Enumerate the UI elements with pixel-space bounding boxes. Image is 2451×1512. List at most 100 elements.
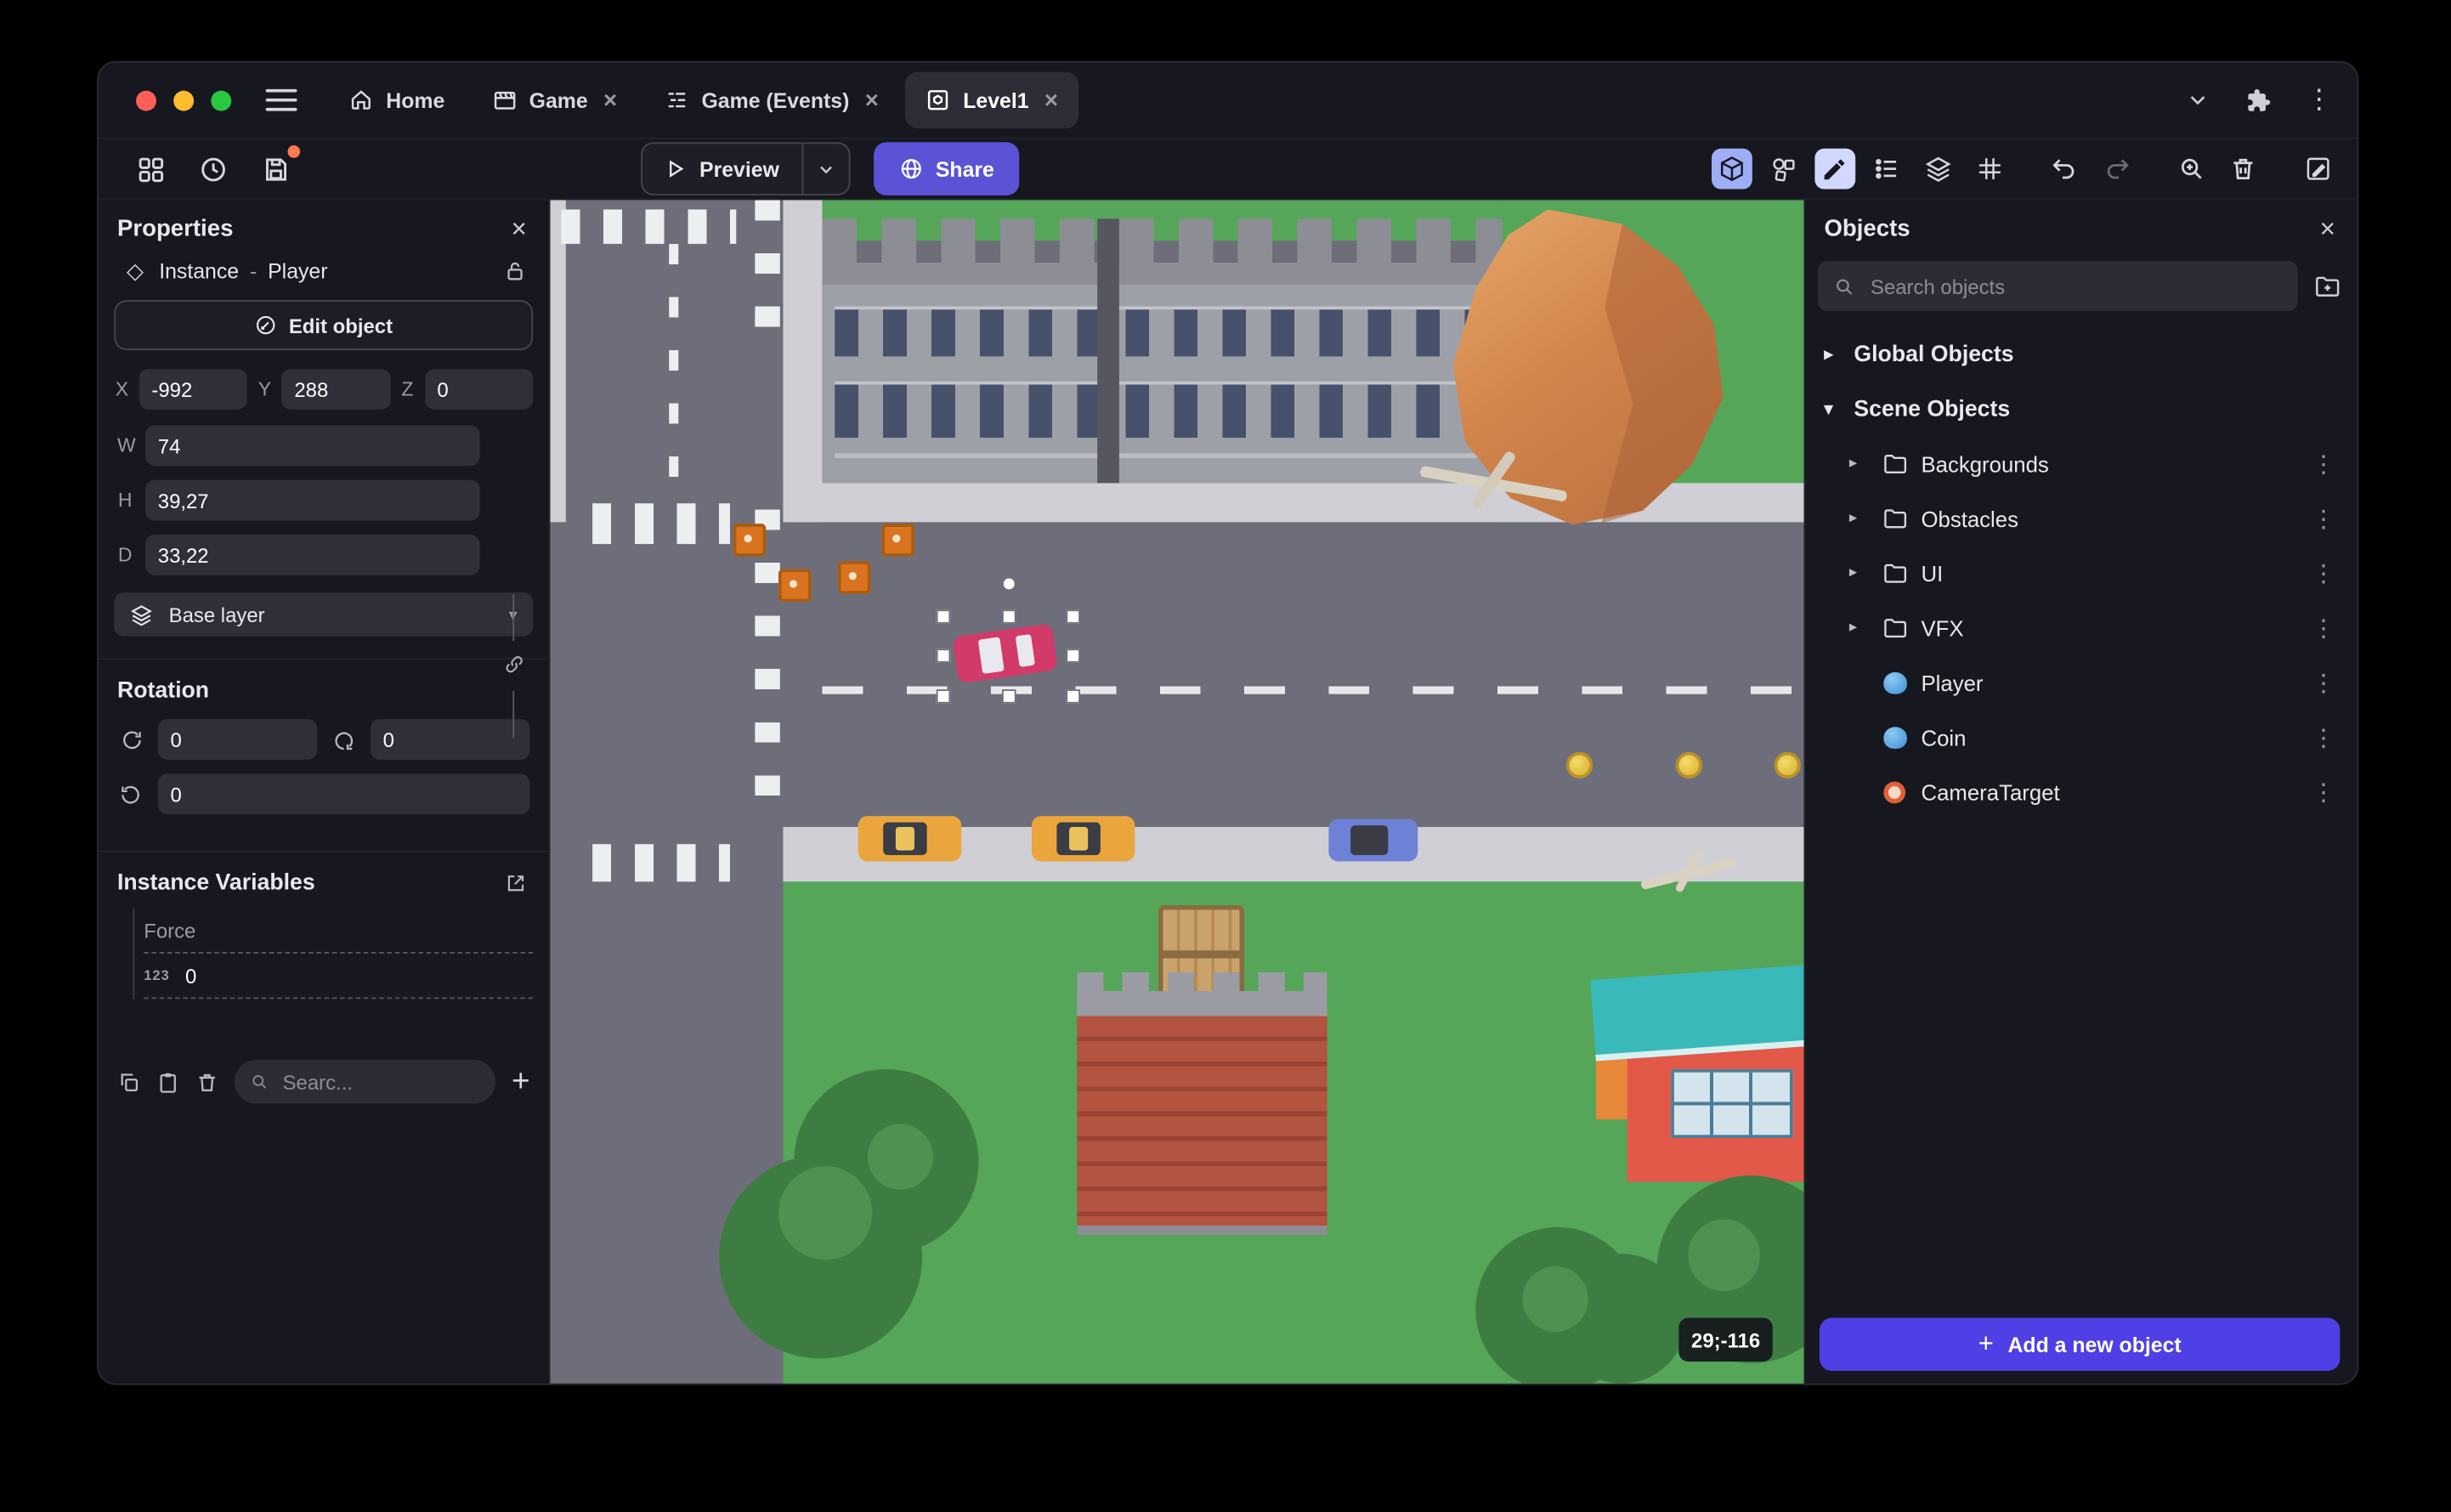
z-input[interactable]: 0 xyxy=(424,369,534,410)
variable-value[interactable]: 0 xyxy=(185,964,196,988)
rotation-z-input[interactable]: 0 xyxy=(157,773,530,815)
delete-trash-icon[interactable] xyxy=(2222,149,2263,190)
add-variable-button[interactable]: + xyxy=(512,1066,529,1097)
blue-car-instance[interactable] xyxy=(1328,818,1418,862)
tree[interactable] xyxy=(719,1069,985,1384)
close-window-button[interactable] xyxy=(136,89,156,110)
chain-link-icon[interactable] xyxy=(503,654,525,676)
selection-handle[interactable] xyxy=(936,609,951,624)
maximize-window-button[interactable] xyxy=(211,89,232,110)
selection-handle[interactable] xyxy=(936,689,951,704)
object-row-vfx[interactable]: ▸ VFX ⋮ xyxy=(1805,600,2357,654)
extensions-puzzle-icon[interactable] xyxy=(2244,87,2271,113)
dashboard-grid-icon[interactable] xyxy=(130,149,171,190)
chevron-right-icon[interactable]: ▸ xyxy=(1849,619,1868,636)
redo-icon[interactable] xyxy=(2096,149,2137,190)
chevron-right-icon[interactable]: ▸ xyxy=(1849,455,1868,472)
minimize-window-button[interactable] xyxy=(173,89,195,110)
castle-building[interactable] xyxy=(1077,972,1327,1244)
player-car-instance[interactable] xyxy=(952,623,1058,684)
d-input[interactable]: 33,22 xyxy=(145,535,480,575)
kebab-menu-icon[interactable]: ⋮ xyxy=(2312,614,2335,642)
menu-hamburger-icon[interactable] xyxy=(265,88,297,111)
scene-objects-group[interactable]: ▾ Scene Objects xyxy=(1805,382,2357,436)
kebab-menu-icon[interactable]: ⋮ xyxy=(2312,559,2335,586)
object-row-ui[interactable]: ▸ UI ⋮ xyxy=(1805,546,2357,600)
close-icon[interactable]: × xyxy=(2320,216,2335,242)
selection-handle[interactable] xyxy=(1066,648,1080,663)
objects-shapes-icon[interactable] xyxy=(1763,149,1804,190)
new-folder-icon[interactable] xyxy=(2313,272,2341,300)
zoom-in-icon[interactable] xyxy=(2171,149,2212,190)
add-new-object-button[interactable]: + Add a new object xyxy=(1819,1317,2341,1372)
crate-instance[interactable] xyxy=(881,524,914,557)
x-input[interactable]: -992 xyxy=(139,369,248,410)
coin-instance[interactable] xyxy=(1774,751,1801,779)
rotation-x-input[interactable]: 0 xyxy=(157,719,318,760)
selection-handle[interactable] xyxy=(1066,689,1080,704)
kebab-menu-icon[interactable]: ⋮ xyxy=(2312,450,2335,478)
y-input[interactable]: 288 xyxy=(281,369,391,410)
undo-icon[interactable] xyxy=(2045,149,2086,190)
selection-handle[interactable] xyxy=(1001,609,1016,624)
edit-pencil-icon[interactable] xyxy=(1814,148,1856,190)
tab-close-icon[interactable]: × xyxy=(865,88,879,112)
objects-search-input[interactable] xyxy=(1867,272,2283,300)
tab-game-events[interactable]: Game (Events) × xyxy=(643,72,898,128)
chevron-down-icon[interactable] xyxy=(2185,88,2210,112)
layers-icon[interactable] xyxy=(1918,149,1959,190)
selection-handle[interactable] xyxy=(1001,689,1016,704)
selection-handle[interactable] xyxy=(936,648,951,663)
scene-canvas[interactable]: 29;-116 xyxy=(550,200,1804,1384)
chevron-right-icon[interactable]: ▸ xyxy=(1849,564,1868,581)
crate-instance[interactable] xyxy=(778,569,812,603)
tab-close-icon[interactable]: × xyxy=(1044,88,1058,112)
crate-instance[interactable] xyxy=(837,561,871,594)
variable-name-row[interactable]: Force xyxy=(144,909,534,954)
object-row-cameratarget[interactable]: ▸ CameraTarget ⋮ xyxy=(1805,764,2357,818)
variables-search[interactable] xyxy=(234,1060,496,1104)
layer-select[interactable]: Base layer ▾ xyxy=(114,592,534,637)
lock-icon[interactable] xyxy=(503,259,527,283)
paste-clipboard-icon[interactable] xyxy=(156,1070,180,1094)
selected-instance[interactable] xyxy=(936,576,1080,704)
history-clock-icon[interactable] xyxy=(192,149,233,190)
coin-instance[interactable] xyxy=(1565,751,1593,779)
object-row-player[interactable]: ▸ Player ⋮ xyxy=(1805,655,2357,710)
variables-search-input[interactable] xyxy=(279,1068,481,1096)
objects-search[interactable] xyxy=(1818,261,2298,312)
variable-value-row[interactable]: 123 0 xyxy=(144,954,534,1000)
copy-icon[interactable] xyxy=(117,1070,141,1094)
city-building[interactable] xyxy=(822,200,1503,484)
kebab-menu-icon[interactable]: ⋮ xyxy=(2312,778,2335,806)
yellow-car-instance[interactable] xyxy=(1031,816,1135,862)
tab-close-icon[interactable]: × xyxy=(603,88,617,112)
share-button[interactable]: Share xyxy=(873,142,1020,195)
h-input[interactable]: 39,27 xyxy=(145,479,480,521)
chevron-right-icon[interactable]: ▸ xyxy=(1849,510,1868,527)
edit-object-button[interactable]: Edit object xyxy=(114,300,534,350)
open-external-icon[interactable] xyxy=(505,872,527,894)
tab-level1[interactable]: Level1 × xyxy=(905,71,1078,128)
object-row-coin[interactable]: ▸ Coin ⋮ xyxy=(1805,710,2357,764)
kebab-menu-icon[interactable]: ⋮ xyxy=(2312,723,2335,751)
kebab-menu-icon[interactable]: ⋮ xyxy=(2312,504,2335,532)
crate-instance[interactable] xyxy=(733,524,767,557)
save-icon[interactable] xyxy=(255,145,301,190)
close-icon[interactable]: × xyxy=(512,216,527,242)
kebab-menu-icon[interactable]: ⋮ xyxy=(2312,668,2335,696)
tab-game[interactable]: Game × xyxy=(472,72,638,128)
w-input[interactable]: 74 xyxy=(145,425,480,467)
kebab-menu-icon[interactable]: ⋮ xyxy=(2306,84,2332,116)
global-objects-group[interactable]: ▸ Global Objects xyxy=(1805,326,2357,381)
panel-editor-icon[interactable] xyxy=(2298,149,2339,190)
preview-options-chevron[interactable] xyxy=(801,144,848,195)
3d-view-cube-icon[interactable] xyxy=(1711,148,1752,190)
grid-icon[interactable] xyxy=(1969,149,2010,190)
rotation-handle[interactable] xyxy=(1001,576,1016,592)
selection-handle[interactable] xyxy=(1066,609,1080,624)
trash-icon[interactable] xyxy=(195,1070,219,1094)
yellow-car-instance[interactable] xyxy=(858,816,962,862)
instances-list-icon[interactable] xyxy=(1866,149,1907,190)
object-row-backgrounds[interactable]: ▸ Backgrounds ⋮ xyxy=(1805,436,2357,490)
